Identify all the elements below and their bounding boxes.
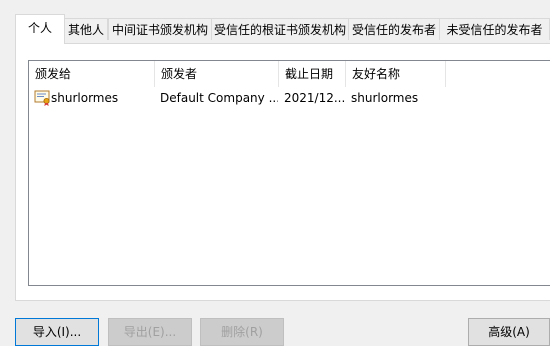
cell-issued-by: Default Company ... bbox=[160, 91, 278, 105]
tab-personal[interactable]: 个人 bbox=[15, 14, 65, 44]
cell-issued-to: shurlormes bbox=[51, 91, 119, 105]
remove-button[interactable]: 删除(R) bbox=[200, 318, 284, 346]
certificate-list[interactable]: 颁发给 颁发者 截止日期 友好名称 shurlormes Default Com… bbox=[28, 60, 550, 286]
cell-expiry: 2021/12... bbox=[284, 91, 346, 105]
column-header-friendly-name[interactable]: 友好名称 bbox=[346, 61, 446, 87]
table-row[interactable]: shurlormes Default Company ... 2021/12..… bbox=[29, 87, 550, 109]
tab-untrusted-publishers[interactable]: 未受信任的发布者 bbox=[439, 18, 550, 40]
column-header-expiry[interactable]: 截止日期 bbox=[279, 61, 346, 87]
cell-friendly-name: shurlormes bbox=[351, 91, 419, 105]
tab-intermediate-ca[interactable]: 中间证书颁发机构 bbox=[108, 18, 212, 40]
advanced-button[interactable]: 高级(A) bbox=[468, 318, 550, 346]
tab-trusted-publishers[interactable]: 受信任的发布者 bbox=[348, 18, 440, 40]
import-button[interactable]: 导入(I)... bbox=[15, 318, 99, 346]
certificate-store-tabs: 个人 其他人 中间证书颁发机构 受信任的根证书颁发机构 受信任的发布者 未受信任… bbox=[0, 0, 550, 44]
certificate-icon bbox=[34, 90, 50, 106]
tab-trusted-root-ca[interactable]: 受信任的根证书颁发机构 bbox=[211, 18, 349, 40]
column-header-issued-to[interactable]: 颁发给 bbox=[29, 61, 155, 87]
export-button[interactable]: 导出(E)... bbox=[108, 318, 192, 346]
list-header: 颁发给 颁发者 截止日期 友好名称 bbox=[29, 61, 550, 87]
tab-other-people[interactable]: 其他人 bbox=[64, 18, 108, 40]
column-header-issued-by[interactable]: 颁发者 bbox=[155, 61, 279, 87]
